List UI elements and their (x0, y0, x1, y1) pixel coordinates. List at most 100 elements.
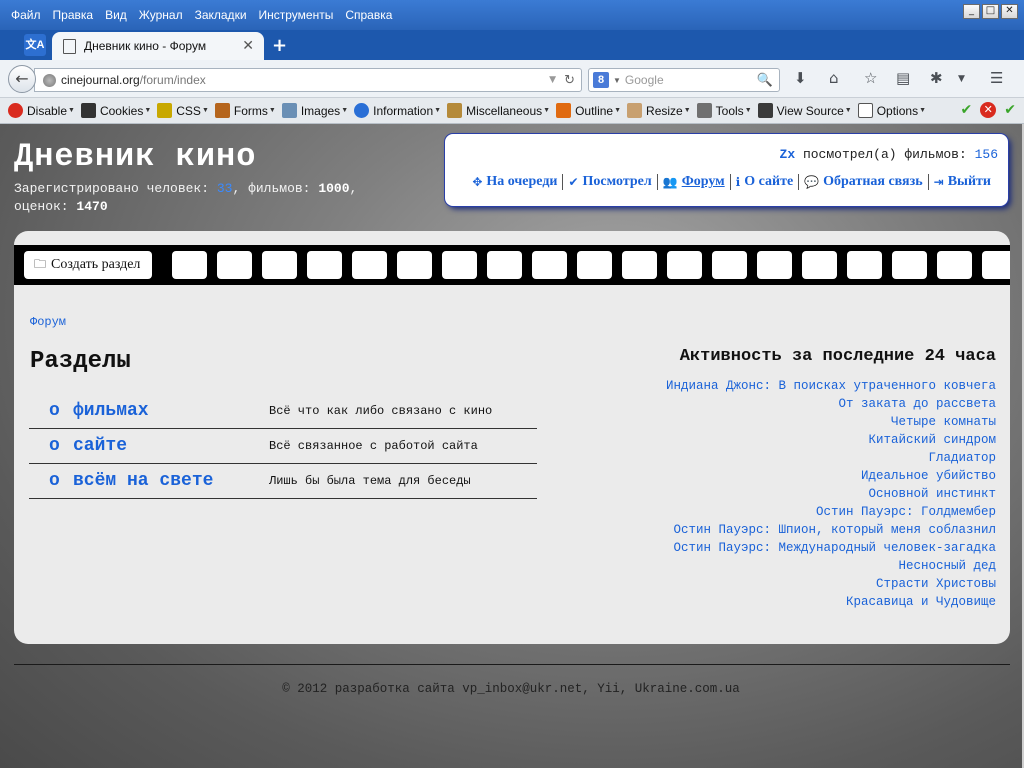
forum-content-panel: 🗀 Создать раздел Форум Разделы о фильмах… (14, 231, 1010, 644)
nav-forum[interactable]: 👥 Форум (656, 174, 730, 190)
filmstrip-frame (307, 251, 342, 279)
nav-logout[interactable]: ⇥ Выйти (927, 174, 996, 190)
nav-feedback[interactable]: 💬 Обратная связь (798, 174, 927, 190)
menu-tools[interactable]: Инструменты (253, 4, 340, 26)
activity-item[interactable]: Китайский синдром (666, 431, 996, 449)
url-bar[interactable]: cinejournal.org/forum/index ▼ ↻ (34, 68, 582, 92)
home-icon[interactable]: ⌂ (829, 69, 839, 87)
tab-active[interactable]: Дневник кино - Форум ✕ (52, 32, 264, 60)
dev-options[interactable]: Options ▼ (857, 103, 926, 118)
menu-file[interactable]: Файл (0, 4, 47, 26)
activity-item[interactable]: Идеальное убийство (666, 467, 996, 485)
download-icon[interactable]: ⬇ (794, 69, 807, 87)
activity-item[interactable]: Гладиатор (666, 449, 996, 467)
dev-miscellaneous[interactable]: Miscellaneous ▼ (447, 103, 550, 118)
filmstrip-frame (847, 251, 882, 279)
activity-item[interactable]: Основной инстинкт (666, 485, 996, 503)
breadcrumb[interactable]: Форум (30, 315, 66, 329)
minimize-button[interactable]: _ (963, 4, 980, 19)
nav-queue[interactable]: ✥ На очереди (467, 174, 562, 190)
ratings-label: оценок: (14, 199, 69, 214)
information-icon (354, 103, 370, 118)
close-window-button[interactable]: ✕ (1001, 4, 1018, 19)
dev-css[interactable]: CSS ▼ (157, 103, 209, 118)
section-link-site[interactable]: сайте (73, 436, 269, 456)
filmstrip-frame (487, 251, 522, 279)
menu-view[interactable]: Вид (99, 4, 133, 26)
bookmark-star-icon[interactable]: ☆ (864, 69, 877, 87)
dev-tools[interactable]: Tools ▼ (696, 103, 752, 118)
dev-css-label: CSS (176, 103, 201, 118)
window-titlebar: Файл Правка Вид Журнал Закладки Инструме… (0, 0, 1024, 30)
menu-bookmarks[interactable]: Закладки (189, 4, 253, 26)
section-link-everything[interactable]: всём на свете (73, 471, 269, 491)
watched-count[interactable]: 156 (975, 147, 998, 162)
hamburger-menu-icon[interactable]: ☰ (990, 69, 1003, 87)
dev-cookies[interactable]: Cookies ▼ (80, 103, 151, 118)
activity-item[interactable]: Красавица и Чудовище (666, 593, 996, 611)
maximize-button[interactable]: □ (982, 4, 999, 19)
dev-view-source[interactable]: View Source ▼ (757, 103, 852, 118)
nav-about[interactable]: ℹО сайте (729, 174, 799, 190)
dev-disable[interactable]: Disable ▼ (8, 103, 75, 118)
dev-options-label: Options (876, 103, 919, 118)
username-link[interactable]: Zx (780, 147, 796, 162)
section-row: о всём на свете Лишь бы была тема для бе… (29, 464, 537, 499)
reload-icon[interactable]: ↻ (564, 73, 575, 88)
js-error-icon[interactable]: ✕ (980, 102, 997, 118)
dev-disable-label: Disable (27, 103, 68, 118)
activity-item[interactable]: Несносный дед (666, 557, 996, 575)
search-engine-icon[interactable]: 8 (593, 72, 609, 88)
tab-strip: 文A Дневник кино - Форум ✕ + (0, 30, 1024, 60)
site-title[interactable]: Дневник кино (14, 138, 256, 175)
activity-item[interactable]: Страсти Христовы (666, 575, 996, 593)
search-icon[interactable]: 🔍 (757, 73, 773, 88)
nav-watched[interactable]: ✔ Посмотрел (562, 174, 656, 190)
create-section-button[interactable]: 🗀 Создать раздел (24, 251, 152, 279)
dev-information[interactable]: Information ▼ (354, 103, 441, 118)
firebug-dropdown-icon[interactable]: ▼ (958, 74, 965, 84)
outline-icon (556, 103, 572, 118)
move-icon: ✥ (472, 175, 483, 189)
activity-item[interactable]: Остин Пауэрс: Международный человек-зага… (666, 539, 996, 557)
dev-images[interactable]: Images ▼ (281, 103, 348, 118)
navigation-bar: cinejournal.org/forum/index ▼ ↻ ← 8 ▼ Go… (0, 60, 1024, 98)
section-link-films[interactable]: фильмах (73, 401, 269, 421)
dropdown-arrow-icon[interactable]: ▼ (549, 75, 556, 85)
section-prefix: о (49, 436, 60, 456)
view-source-icon (757, 103, 773, 118)
activity-item[interactable]: Остин Пауэрс: Голдмембер (666, 503, 996, 521)
close-tab-icon[interactable]: ✕ (242, 38, 254, 54)
menu-edit[interactable]: Правка (47, 4, 100, 26)
activity-item[interactable]: От заката до рассвета (666, 395, 996, 413)
activity-item[interactable]: Четыре комнаты (666, 413, 996, 431)
bookmarks-list-icon[interactable]: ▤ (896, 69, 910, 87)
menu-help[interactable]: Справка (339, 4, 398, 26)
url-path: /forum/index (139, 73, 206, 87)
search-input[interactable]: Google (625, 73, 757, 87)
dev-cookies-label: Cookies (99, 103, 144, 118)
search-engine-dropdown-icon[interactable]: ▼ (613, 76, 621, 85)
menu-history[interactable]: Журнал (133, 4, 189, 26)
html-valid-check-icon[interactable]: ✔ (1004, 102, 1016, 118)
cookies-icon (80, 103, 96, 118)
filmstrip-frame (982, 251, 1010, 279)
user-nav: ✥ На очереди ✔ Посмотрел 👥 Форум ℹО сайте 💬… (467, 174, 996, 190)
globe-icon (43, 73, 56, 87)
activity-item[interactable]: Индиана Джонс: В поисках утраченного ков… (666, 377, 996, 395)
dev-forms[interactable]: Forms ▼ (214, 103, 276, 118)
css-valid-check-icon[interactable]: ✔ (961, 102, 973, 118)
firebug-icon[interactable]: ✱ (930, 69, 943, 87)
activity-list: Индиана Джонс: В поисках утраченного ков… (666, 377, 996, 611)
dev-outline[interactable]: Outline ▼ (556, 103, 621, 118)
back-button[interactable]: ← (8, 65, 36, 93)
url-text[interactable]: cinejournal.org/forum/index (61, 73, 549, 87)
translate-icon[interactable]: 文A (24, 34, 46, 56)
new-tab-button[interactable]: + (272, 35, 287, 56)
activity-item[interactable]: Остин Пауэрс: Шпион, который меня соблаз… (666, 521, 996, 539)
users-count-link[interactable]: 33 (217, 181, 233, 196)
dev-miscellaneous-label: Miscellaneous (466, 103, 543, 118)
dev-resize[interactable]: Resize ▼ (627, 103, 691, 118)
search-bar[interactable]: 8 ▼ Google 🔍 (588, 68, 780, 92)
filmstrip-frame (577, 251, 612, 279)
